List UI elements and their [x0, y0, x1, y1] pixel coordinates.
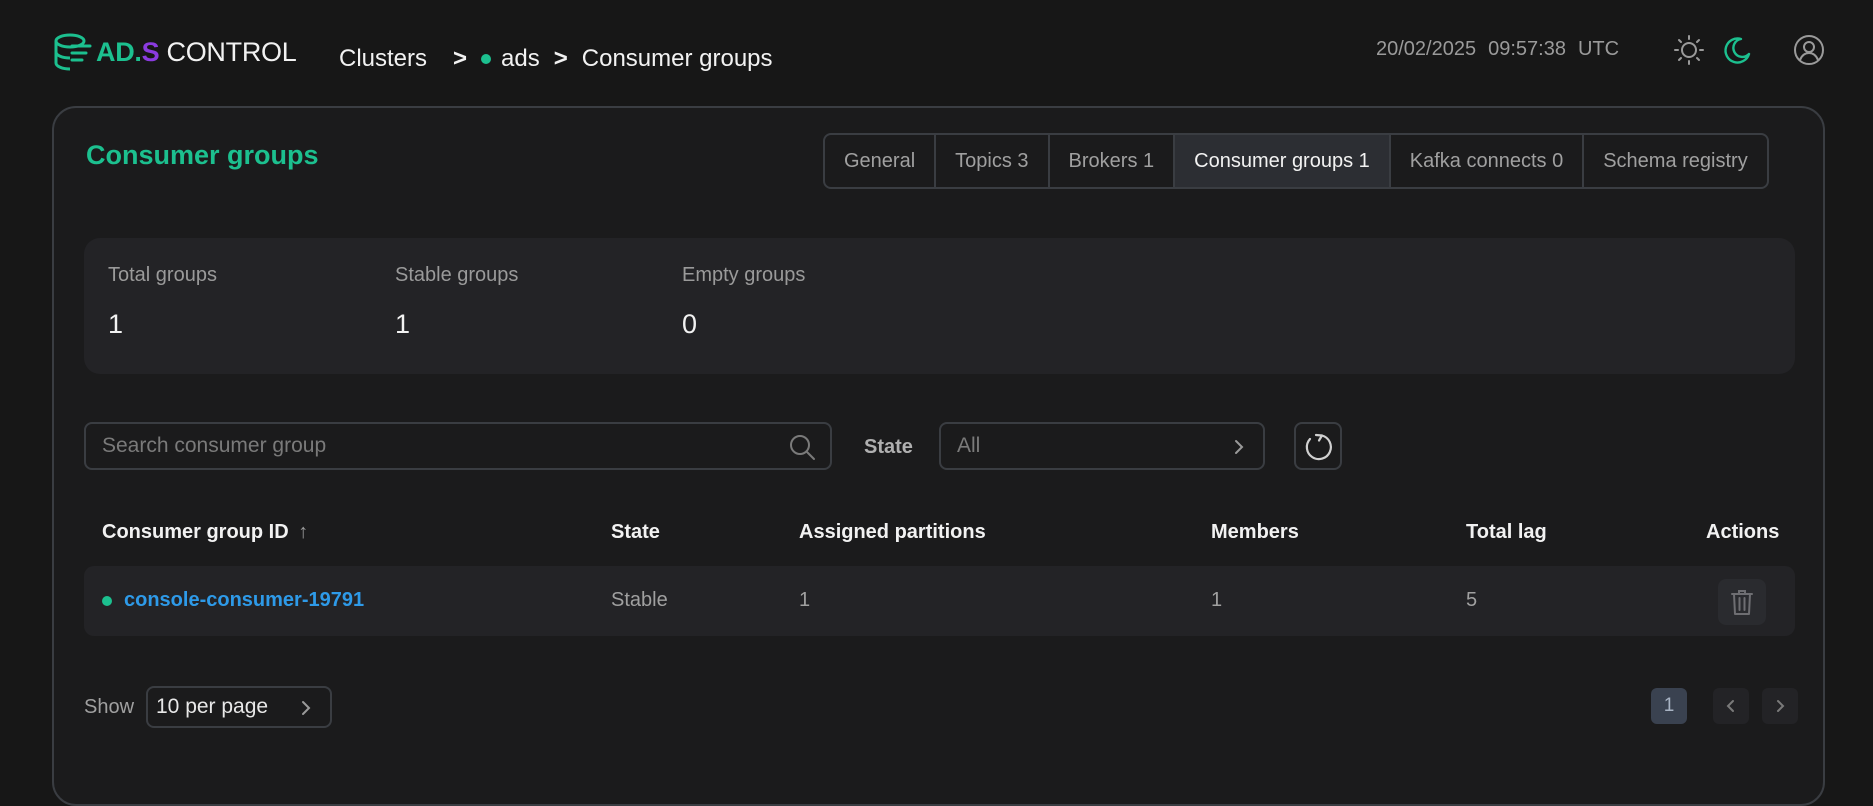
page-size-value: 10 per page: [156, 695, 269, 718]
chevron-right-icon: [302, 701, 311, 715]
state-filter-label: State: [864, 436, 913, 458]
page-size-label: Show: [84, 696, 135, 718]
stat-label: Stable groups: [395, 264, 519, 286]
page-size-select[interactable]: 10 per page: [146, 686, 332, 728]
delete-button[interactable]: [1718, 579, 1766, 625]
refresh-icon: [1305, 433, 1332, 461]
tab-brokers[interactable]: Brokers 1: [1050, 135, 1176, 187]
column-header-actions: Actions: [1706, 521, 1780, 543]
search-input[interactable]: [102, 434, 762, 458]
chevron-right-icon: [1777, 700, 1785, 712]
tab-consumer-groups[interactable]: Consumer groups 1: [1175, 135, 1391, 187]
consumer-group-link[interactable]: console-consumer-19791: [124, 589, 364, 612]
state-filter-select[interactable]: All: [939, 422, 1265, 470]
refresh-button[interactable]: [1294, 422, 1342, 470]
stat-value: 1: [395, 309, 411, 339]
group-status-dot: [102, 596, 112, 606]
breadcrumb-separator: >: [553, 45, 568, 72]
chevron-left-icon: [1726, 700, 1734, 712]
sun-icon[interactable]: [1673, 34, 1705, 66]
timezone-text: UTC: [1577, 38, 1620, 60]
sort-ascending-icon: ↑: [298, 521, 309, 543]
stat-value: 1: [108, 309, 124, 339]
tab-topics[interactable]: Topics 3: [936, 135, 1050, 187]
app-logo-text: AD.S CONTROL: [96, 36, 297, 67]
date-text: 20/02/2025: [1376, 38, 1477, 60]
trash-icon: [1731, 590, 1753, 615]
time-text: 09:57:38: [1488, 38, 1566, 60]
cluster-status-dot: [481, 54, 492, 64]
stats-panel: Total groups 1 Stable groups 1 Empty gro…: [84, 238, 1795, 374]
column-header-group-id[interactable]: Consumer group ID ↑: [102, 521, 308, 544]
stat-empty-groups: Empty groups 0: [682, 264, 805, 340]
tab-kafka-connects[interactable]: Kafka connects 0: [1391, 135, 1585, 187]
tab-general[interactable]: General: [825, 135, 937, 187]
table-row: console-consumer-19791 Stable 1 1 5: [84, 566, 1795, 636]
app-logo[interactable]: AD.S CONTROL: [52, 32, 297, 72]
stat-label: Empty groups: [682, 264, 806, 286]
breadcrumb-separator: >: [453, 45, 468, 72]
database-logo-icon: [54, 33, 92, 71]
stat-value: 0: [682, 309, 698, 339]
column-header-total-lag: Total lag: [1466, 521, 1547, 543]
breadcrumb: Clusters > ads > Consumer groups: [339, 42, 773, 76]
column-header-assigned-partitions: Assigned partitions: [799, 521, 986, 543]
column-header-members: Members: [1211, 521, 1299, 543]
app-header: AD.S CONTROL Clusters > ads > Consumer g…: [0, 0, 1873, 104]
cell-total-lag: 5: [1466, 589, 1478, 611]
cell-members: 1: [1211, 589, 1223, 611]
search-icon[interactable]: [788, 433, 816, 461]
next-page-button[interactable]: [1762, 688, 1798, 724]
search-box: [84, 422, 832, 470]
chevron-right-icon: [1235, 440, 1244, 454]
page-number-button[interactable]: 1: [1651, 688, 1687, 724]
column-header-state: State: [611, 521, 660, 543]
stat-label: Total groups: [108, 264, 217, 286]
user-icon[interactable]: [1793, 34, 1825, 66]
state-filter-value: All: [957, 434, 981, 457]
cell-assigned-partitions: 1: [799, 589, 811, 611]
breadcrumb-cluster[interactable]: ads: [501, 45, 540, 73]
stat-total-groups: Total groups 1: [108, 264, 217, 340]
page-title: Consumer groups: [86, 140, 319, 170]
moon-icon[interactable]: [1721, 34, 1753, 66]
tab-schema-registry[interactable]: Schema registry: [1584, 135, 1767, 187]
server-datetime: 20/02/2025 09:57:38 UTC: [1376, 38, 1619, 61]
previous-page-button[interactable]: [1713, 688, 1749, 724]
main-card: Consumer groups General Topics 3 Brokers…: [52, 106, 1825, 806]
cell-state: Stable: [611, 589, 668, 611]
breadcrumb-current: Consumer groups: [581, 45, 773, 72]
stat-stable-groups: Stable groups 1: [395, 264, 518, 340]
cluster-tabs: General Topics 3 Brokers 1 Consumer grou…: [823, 133, 1769, 189]
breadcrumb-clusters[interactable]: Clusters: [339, 45, 427, 73]
